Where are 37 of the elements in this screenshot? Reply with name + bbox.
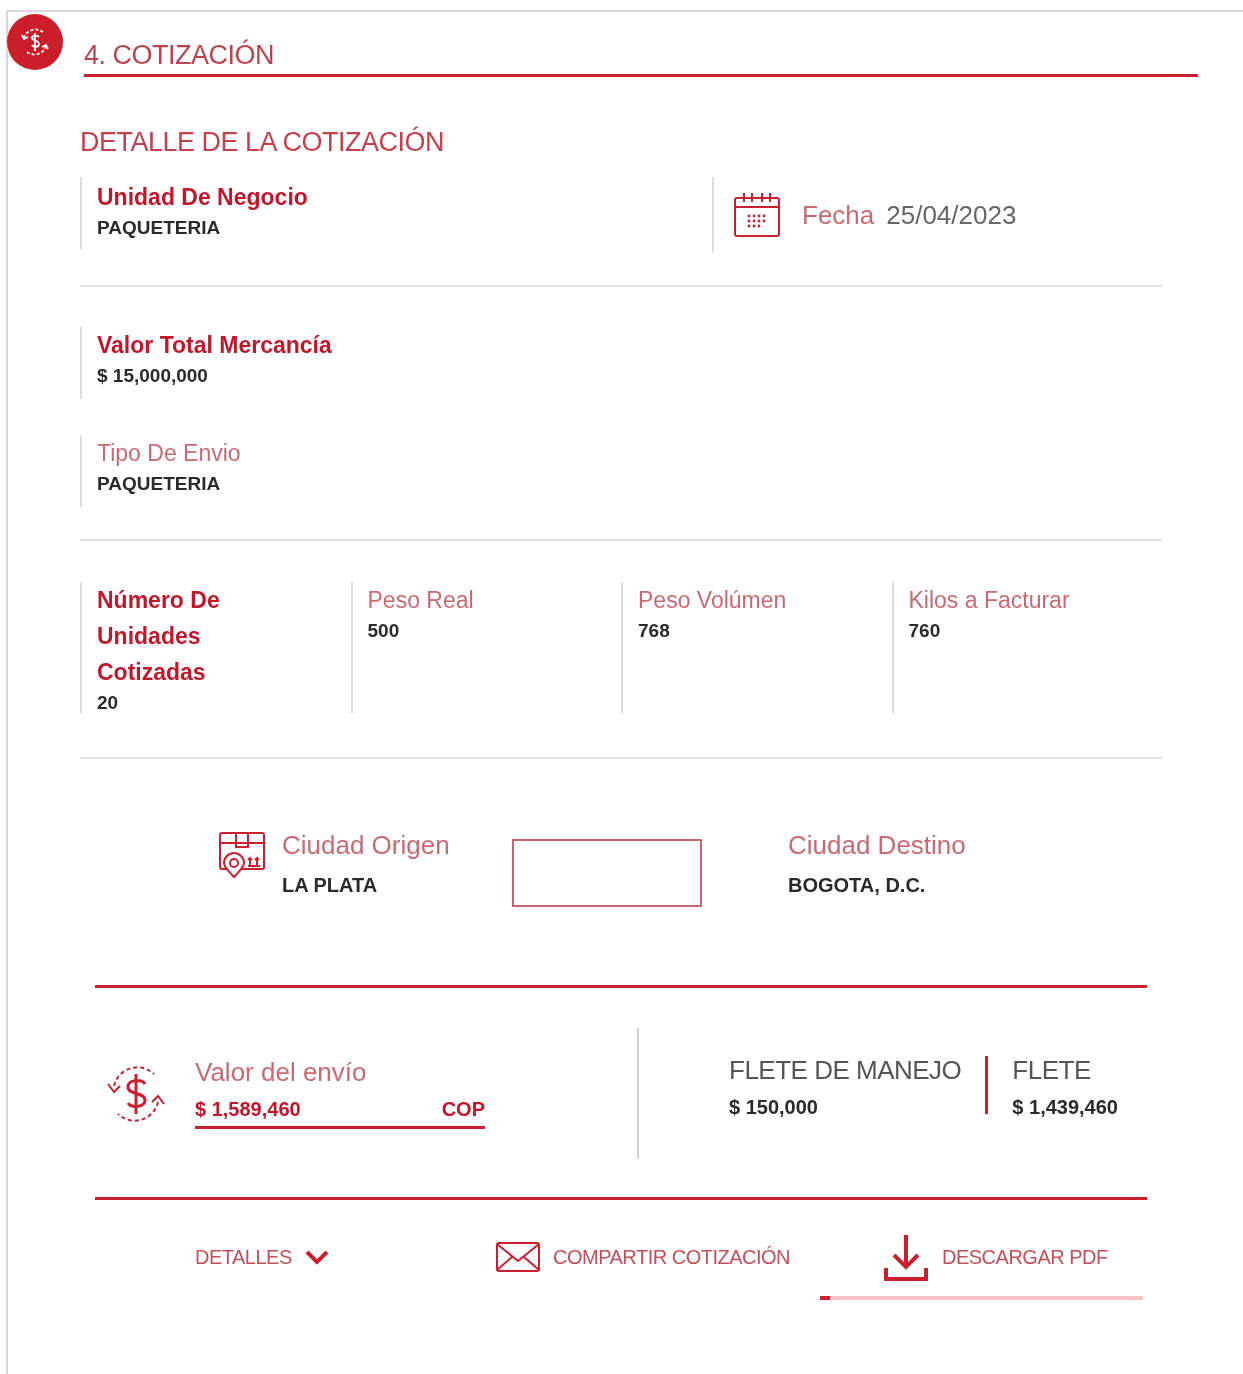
charge-label: FLETE DE MANEJO [729,1054,962,1086]
field-value: 768 [638,619,671,643]
currency-exchange-icon [7,14,63,70]
field-value: 20 [97,691,120,715]
field-value: PAQUETERIA [97,472,222,496]
field-label: Número De Unidades Cotizadas [97,586,221,687]
subsection-title: DETALLE DE LA COTIZACIÓN [80,125,446,159]
field-label: Peso Volúmen [638,586,788,615]
field-value: PAQUETERIA [97,216,222,240]
section-heading: 4. COTIZACIÓN [84,38,275,72]
envelope-icon [495,1241,541,1273]
field-value: $ 15,000,000 [97,364,209,388]
details-button[interactable]: DETALLES [195,1230,330,1284]
download-button[interactable]: DESCARGAR PDF [882,1230,1108,1284]
chevron-down-icon [303,1249,330,1265]
field-label: Unidad De Negocio [97,183,309,212]
destination-label: Ciudad Destino [788,829,966,862]
download-icon [882,1232,930,1282]
field-value: 500 [367,619,401,643]
field-label: Tipo De Envio [97,439,242,468]
amount-value: $ 1,589,460 [195,1097,301,1122]
calendar-icon [732,190,782,240]
share-button[interactable]: COMPARTIR COTIZACIÓN [495,1230,791,1284]
field-label: Peso Real [367,586,475,615]
destination-value: BOGOTA, D.C. [788,873,927,898]
field-label: Kilos a Facturar [908,586,1071,615]
charge-value: $ 1,439,460 [1012,1095,1118,1120]
origin-value: LA PLATA [282,873,379,898]
charge-label: FLETE [1012,1054,1092,1086]
date-value: 25/04/2023 [886,198,1017,232]
charge-value: $ 150,000 [729,1095,819,1120]
date-label: Fecha [802,198,875,232]
field-label: Valor Total Mercancía [97,331,333,360]
currency-code: COP [441,1097,485,1122]
field-value: 760 [908,619,942,643]
shipping-value-label: Valor del envío [195,1056,368,1089]
origin-label: Ciudad Origen [282,829,451,862]
